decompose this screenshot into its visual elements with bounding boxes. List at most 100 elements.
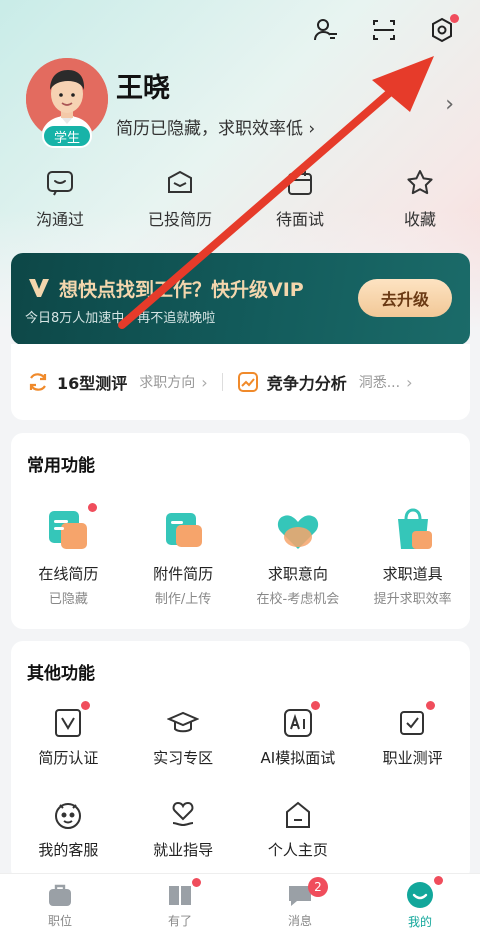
personal-homepage[interactable]: 个人主页 — [241, 799, 356, 860]
quick-actions: 沟通过 已投简历 待面试 收藏 — [0, 168, 480, 230]
sent-icon — [168, 170, 192, 193]
quick-label: 已投简历 — [147, 210, 212, 229]
tab-youle[interactable]: 有了 — [120, 874, 240, 935]
notification-dot — [450, 14, 459, 23]
tab-label: 消息 — [287, 913, 312, 928]
common-functions-card: 常用功能 在线简历 已隐藏 附件简历 制作/上传 求职意向 在校-考虑机会 求职… — [11, 433, 470, 629]
calendar-icon — [288, 171, 312, 195]
vip-logo-icon — [29, 279, 49, 297]
vip-banner[interactable]: 想快点找到工作？快升级VIP 今日8万人加速中，再不追就晚啦 去升级 — [11, 253, 470, 345]
profile-name: 王晓 — [116, 73, 170, 104]
resume-icon — [43, 503, 98, 555]
upgrade-button[interactable]: 去升级 — [358, 279, 452, 317]
assessment-16-type[interactable]: 16型测评 求职方向 › — [27, 370, 208, 394]
job-intention[interactable]: 求职意向 在校-考虑机会 — [241, 505, 356, 607]
chevron-right-icon: › — [201, 372, 208, 392]
profile-section[interactable]: 学生 王晓 简历已隐藏，求职效率低 › › — [26, 58, 466, 148]
contacts-icon[interactable] — [310, 14, 342, 46]
tab-mine[interactable]: 我的 — [360, 874, 480, 935]
chat-icon — [47, 171, 73, 196]
assessment-row: 16型测评 求职方向 › 竞争力分析 洞悉... › — [11, 344, 470, 420]
career-assessment[interactable]: 职业测评 — [355, 701, 470, 768]
student-badge: 学生 — [42, 124, 92, 148]
assessment-sub: 求职方向 — [139, 375, 196, 391]
certificate-icon — [52, 701, 91, 739]
assessment-title: 16型测评 — [57, 374, 128, 393]
resume-certification[interactable]: 简历认证 — [11, 701, 126, 768]
chevron-right-icon: › — [406, 372, 413, 392]
ai-mock-interview[interactable]: AI模拟面试 — [241, 701, 356, 768]
notification-dot — [425, 701, 435, 710]
header-toolbar — [310, 14, 459, 46]
grid-sub: 在校-考虑机会 — [256, 592, 340, 607]
other-functions-row-1: 简历认证 实习专区 AI模拟面试 职业测评 — [11, 701, 470, 768]
quick-label: 沟通过 — [35, 210, 84, 229]
internship-zone[interactable]: 实习专区 — [126, 707, 241, 768]
notification-dot — [434, 876, 443, 885]
grid-label: 就业指导 — [153, 841, 214, 859]
quick-interview[interactable]: 待面试 — [240, 168, 360, 230]
quick-label: 待面试 — [275, 210, 324, 229]
notification-dot — [192, 878, 201, 887]
quick-label: 收藏 — [403, 210, 436, 229]
notification-dot — [88, 503, 98, 512]
common-functions-grid: 在线简历 已隐藏 附件简历 制作/上传 求职意向 在校-考虑机会 求职道具 提升… — [11, 503, 470, 607]
attachment-resume[interactable]: 附件简历 制作/上传 — [126, 505, 241, 607]
grid-label: 职业测评 — [382, 749, 443, 767]
heart-hands-icon — [167, 799, 199, 831]
notification-dot — [81, 701, 91, 710]
tab-label: 职位 — [47, 913, 72, 928]
grid-label: 求职道具 — [382, 565, 443, 583]
trend-icon — [237, 372, 258, 392]
analysis-sub: 洞悉... — [358, 375, 401, 391]
vip-title: 想快点找到工作？快升级VIP — [59, 279, 304, 301]
other-functions-card: 其他功能 简历认证 实习专区 AI模拟面试 职业测评 我的客服 就业指导 个人主… — [11, 641, 470, 881]
ai-icon — [282, 701, 320, 739]
job-tools[interactable]: 求职道具 提升求职效率 — [355, 505, 470, 607]
grid-label: 我的客服 — [38, 841, 99, 859]
customer-service[interactable]: 我的客服 — [11, 799, 126, 860]
analysis-title: 竞争力分析 — [266, 374, 347, 393]
vip-subtitle: 今日8万人加速中，再不追就晚啦 — [25, 311, 216, 326]
tab-label: 有了 — [167, 913, 192, 928]
checklist-icon — [397, 701, 435, 739]
tab-label: 我的 — [407, 914, 432, 929]
grid-sub: 制作/上传 — [154, 592, 212, 607]
scan-icon[interactable] — [368, 14, 400, 46]
quick-favorites[interactable]: 收藏 — [360, 168, 480, 230]
grid-label: AI模拟面试 — [260, 749, 336, 767]
grid-sub: 提升求职效率 — [373, 592, 452, 607]
robot-face-icon — [52, 799, 84, 831]
grid-label: 实习专区 — [153, 749, 214, 767]
resume-status[interactable]: 简历已隐藏，求职效率低 › — [116, 114, 315, 139]
grid-label: 在线简历 — [38, 565, 99, 583]
book-icon — [169, 885, 191, 905]
employment-guidance[interactable]: 就业指导 — [126, 799, 241, 860]
unread-badge: 2 — [308, 877, 328, 897]
home-icon — [282, 799, 314, 831]
heart-icon — [273, 505, 323, 555]
smile-profile-icon — [407, 881, 433, 908]
quick-sent-resume[interactable]: 已投简历 — [120, 168, 240, 230]
grid-label: 附件简历 — [153, 565, 214, 583]
graduation-cap-icon — [166, 707, 200, 739]
notification-dot — [310, 701, 320, 710]
competitiveness-analysis[interactable]: 竞争力分析 洞悉... › — [237, 370, 413, 394]
folder-icon — [158, 505, 208, 555]
grid-sub: 已隐藏 — [48, 592, 88, 607]
divider — [221, 373, 223, 391]
tab-jobs[interactable]: 职位 — [0, 874, 120, 935]
bottom-tab-bar: 职位 有了 2 消息 我的 — [0, 873, 480, 935]
section-title: 常用功能 — [27, 456, 95, 476]
online-resume[interactable]: 在线简历 已隐藏 — [11, 503, 126, 607]
tab-messages[interactable]: 2 消息 — [240, 874, 360, 935]
chevron-right-icon[interactable]: › — [445, 92, 454, 117]
briefcase-icon — [49, 884, 71, 906]
quick-chatted[interactable]: 沟通过 — [0, 168, 120, 230]
settings-icon[interactable] — [426, 14, 459, 46]
shopping-bag-icon — [388, 505, 438, 555]
star-icon — [407, 170, 433, 195]
grid-label: 简历认证 — [38, 749, 99, 767]
other-functions-row-2: 我的客服 就业指导 个人主页 — [11, 799, 470, 860]
grid-label: 求职意向 — [267, 565, 328, 583]
